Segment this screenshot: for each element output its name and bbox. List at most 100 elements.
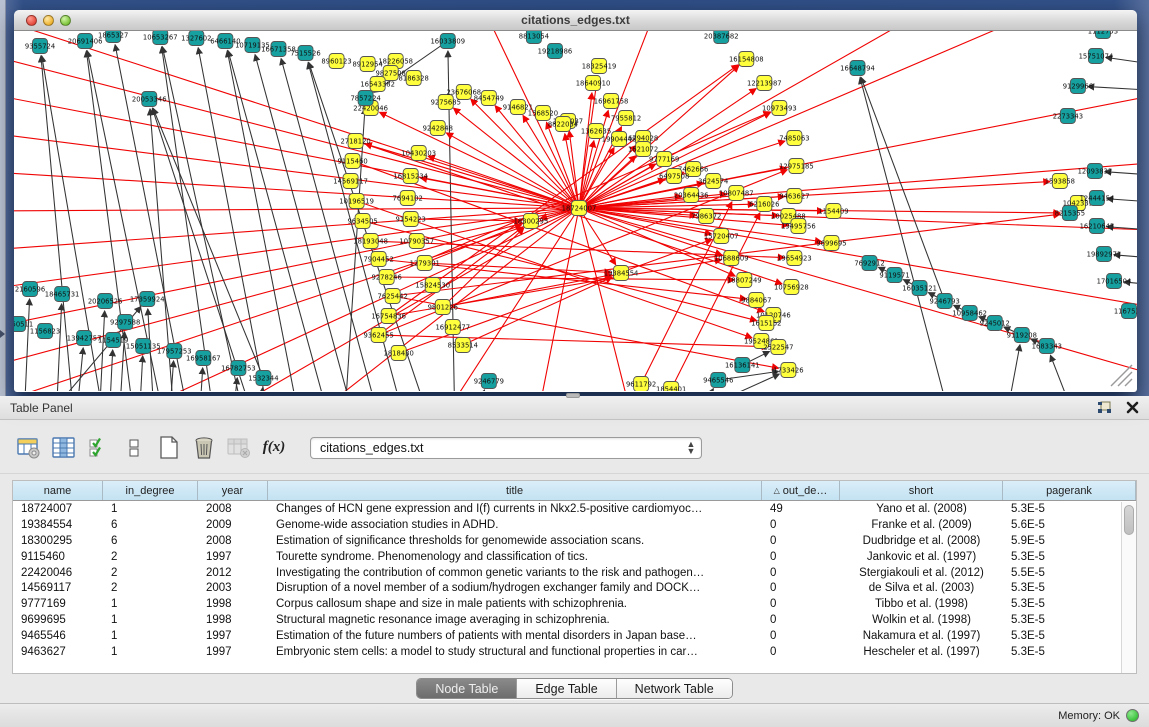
select-all-icon[interactable] <box>84 434 114 462</box>
table-cell[interactable]: 49 <box>762 503 840 515</box>
graph-node[interactable]: 1167533 <box>1114 304 1137 319</box>
graph-node[interactable]: 1156823 <box>30 324 60 339</box>
table-cell[interactable]: Dudbridge et al. (2008) <box>840 535 1003 547</box>
table-cell[interactable]: 2012 <box>198 567 268 579</box>
table-cell[interactable]: 18724007 <box>13 503 103 515</box>
graph-node[interactable]: 10756928 <box>774 280 809 295</box>
table-cell[interactable]: 0 <box>762 646 840 658</box>
tab-node-table[interactable]: Node Table <box>417 679 517 698</box>
graph-node[interactable]: 16154808 <box>729 52 764 67</box>
table-cell[interactable]: Investigating the contribution of common… <box>268 567 762 579</box>
graph-node[interactable]: 7986372 <box>691 209 721 224</box>
graph-node[interactable]: 16912477 <box>435 320 470 335</box>
table-cell[interactable]: 5.9E-5 <box>1003 535 1136 547</box>
table-cell[interactable]: Nakamura et al. (1997) <box>840 630 1003 642</box>
graph-node[interactable]: 1854401 <box>656 382 686 392</box>
column-header-pagerank[interactable]: pagerank <box>1003 481 1136 500</box>
expand-panel-arrow-icon[interactable] <box>0 330 5 338</box>
delete-attribute-icon[interactable] <box>189 434 219 462</box>
graph-node[interactable]: 20387682 <box>704 31 739 44</box>
table-cell[interactable]: 1 <box>103 503 198 515</box>
table-cell[interactable]: Corpus callosum shape and size in male p… <box>268 598 762 610</box>
table-scrollbar[interactable] <box>1121 502 1136 673</box>
table-settings-icon[interactable] <box>14 434 44 462</box>
window-resize-grip-icon[interactable] <box>1107 361 1133 387</box>
table-cell[interactable]: 9463627 <box>13 646 103 658</box>
table-cell[interactable]: Yano et al. (2008) <box>840 503 1003 515</box>
graph-node[interactable]: 19892971 <box>1087 247 1122 262</box>
network-window-titlebar[interactable]: citations_edges.txt <box>14 10 1137 31</box>
table-cell[interactable]: 5.3E-5 <box>1003 630 1136 642</box>
table-cell[interactable]: 1 <box>103 614 198 626</box>
table-cell[interactable]: de Silva et al. (2003) <box>840 582 1003 594</box>
table-cell[interactable]: 5.3E-5 <box>1003 646 1136 658</box>
graph-node[interactable]: 10790357 <box>399 234 434 249</box>
table-cell[interactable]: Wolkin et al. (1998) <box>840 614 1003 626</box>
table-cell[interactable]: 9699695 <box>13 614 103 626</box>
table-cell[interactable]: 2 <box>103 567 198 579</box>
table-cell[interactable]: 22420046 <box>13 567 103 579</box>
graph-node[interactable]: 18193048 <box>353 234 388 249</box>
table-cell[interactable]: Jankovic et al. (1997) <box>840 551 1003 563</box>
graph-node[interactable]: 7904452 <box>363 252 393 267</box>
graph-node[interactable]: 1532344 <box>248 371 278 386</box>
table-cell[interactable]: 5.3E-5 <box>1003 503 1136 515</box>
graph-node[interactable]: 9246779 <box>474 374 504 389</box>
splitter-handle[interactable] <box>566 393 580 398</box>
table-cell[interactable]: 0 <box>762 567 840 579</box>
graph-node[interactable]: 13942757 <box>67 331 102 346</box>
column-header-year[interactable]: year <box>198 481 268 500</box>
graph-node[interactable]: 2718120 <box>340 134 370 149</box>
table-cell[interactable]: 5.3E-5 <box>1003 614 1136 626</box>
table-cell[interactable]: 0 <box>762 519 840 531</box>
column-header-in-degree[interactable]: in_degree <box>103 481 198 500</box>
table-cell[interactable]: 2008 <box>198 503 268 515</box>
graph-node[interactable]: 3624574 <box>698 174 728 189</box>
table-cell[interactable]: 2 <box>103 582 198 594</box>
close-panel-icon[interactable] <box>1126 401 1139 414</box>
table-row[interactable]: 1872400712008Changes of HCN gene express… <box>13 501 1136 517</box>
table-cell[interactable]: 14569117 <box>13 582 103 594</box>
table-cell[interactable]: 5.6E-5 <box>1003 519 1136 531</box>
table-cell[interactable]: 0 <box>762 582 840 594</box>
graph-node[interactable]: 9242848 <box>423 121 453 136</box>
graph-node[interactable]: 8960123 <box>321 54 351 69</box>
function-builder-icon[interactable]: f(x) <box>259 434 289 462</box>
graph-node[interactable]: 1154409 <box>818 204 848 219</box>
table-cell[interactable]: 19384554 <box>13 519 103 531</box>
table-cell[interactable]: 9115460 <box>13 551 103 563</box>
table-cell[interactable]: Tibbo et al. (1998) <box>840 598 1003 610</box>
table-cell[interactable]: 2003 <box>198 582 268 594</box>
column-header-out-degree[interactable]: △out_de… <box>762 481 840 500</box>
table-cell[interactable]: Stergiakouli et al. (2012) <box>840 567 1003 579</box>
column-header-name[interactable]: name <box>13 481 103 500</box>
column-header-short[interactable]: short <box>840 481 1003 500</box>
table-cell[interactable]: 9465546 <box>13 630 103 642</box>
graph-node[interactable]: 15824530 <box>415 278 450 293</box>
table-cell[interactable]: 0 <box>762 630 840 642</box>
table-cell[interactable]: 5.5E-5 <box>1003 567 1136 579</box>
table-row[interactable]: 2242004622012Investigating the contribut… <box>13 565 1136 581</box>
graph-node[interactable]: 16961758 <box>594 94 629 109</box>
table-row[interactable]: 946362711997Embryonic stem cells: a mode… <box>13 644 1136 660</box>
graph-node[interactable]: 19218986 <box>538 44 573 59</box>
graph-node[interactable]: 16035121 <box>902 281 937 296</box>
table-row[interactable]: 969969511998Structural magnetic resonanc… <box>13 612 1136 628</box>
table-cell[interactable]: 0 <box>762 598 840 610</box>
network-canvas[interactable]: 1872400718325419186409101696175879558121… <box>14 31 1137 391</box>
graph-node[interactable]: 12213987 <box>747 76 782 91</box>
table-row[interactable]: 1456911722003Disruption of a novel membe… <box>13 580 1136 596</box>
graph-node[interactable]: 15751074 <box>1079 49 1114 64</box>
graph-node[interactable]: 17016504 <box>1097 274 1132 289</box>
graph-node[interactable]: 1112753 <box>1088 31 1118 39</box>
graph-node[interactable]: 16815234 <box>393 169 428 184</box>
graph-node[interactable]: 9355724 <box>25 39 55 54</box>
table-row[interactable]: 911546021997Tourette syndrome. Phenomeno… <box>13 549 1136 565</box>
table-cell[interactable]: 6 <box>103 519 198 531</box>
table-cell[interactable]: 0 <box>762 535 840 547</box>
table-cell[interactable]: 0 <box>762 551 840 563</box>
memory-status-indicator[interactable] <box>1126 709 1139 722</box>
table-cell[interactable]: 1997 <box>198 646 268 658</box>
table-cell[interactable]: 9777169 <box>13 598 103 610</box>
table-cell[interactable]: Embryonic stem cells: a model to study s… <box>268 646 762 658</box>
